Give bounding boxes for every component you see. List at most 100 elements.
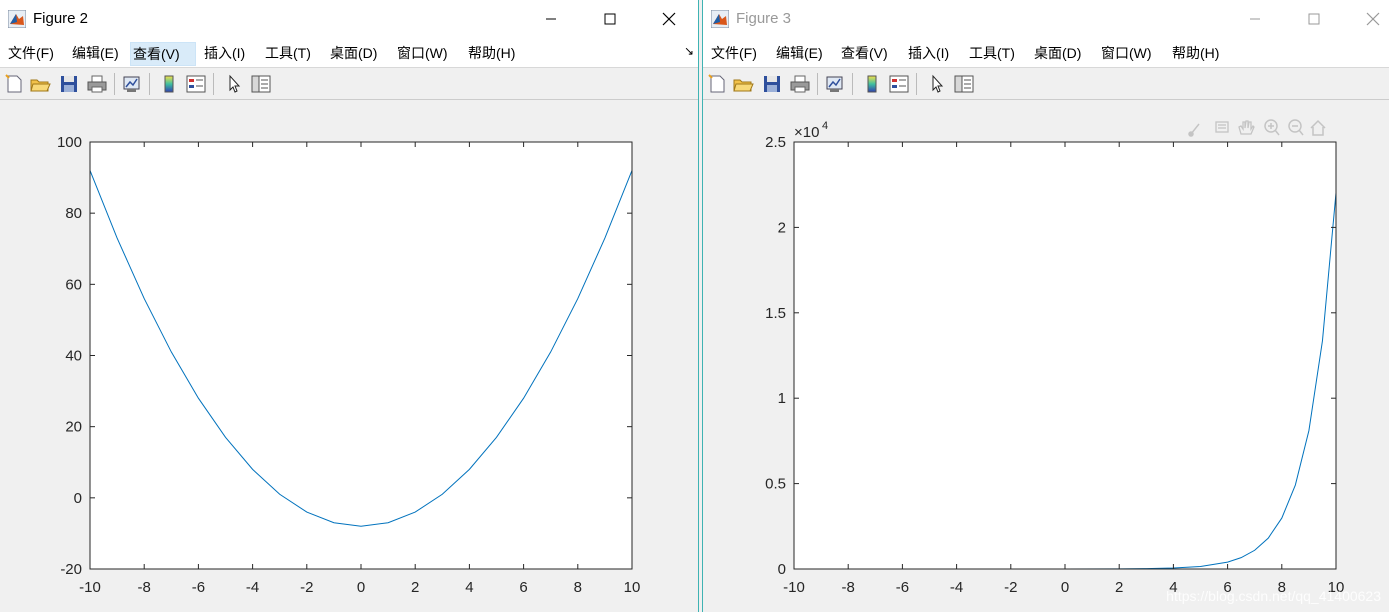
y-tick-label: 2 (778, 219, 786, 236)
figure-canvas: -10 -8 -6 -4 -2 0 2 4 6 8 10 0 0.5 1 1.5 2 2.5 ×10 4 (703, 101, 1389, 612)
open-file-icon[interactable] (732, 73, 754, 95)
menu-desktop[interactable]: 桌面(D) (1032, 42, 1083, 66)
toolbar-separator (916, 73, 917, 95)
x-tick-label: -6 (192, 579, 205, 596)
menu-help[interactable]: 帮助(H) (466, 42, 517, 66)
menu-edit[interactable]: 编辑(E) (774, 42, 825, 66)
x-tick-label: -4 (950, 579, 963, 596)
x-tick-label: 8 (574, 579, 582, 596)
minimize-icon (546, 18, 556, 20)
x-tick-label: -8 (138, 579, 151, 596)
menu-bar: 文件(F) 编辑(E) 查看(V) 插入(I) 工具(T) 桌面(D) 窗口(W… (0, 38, 698, 68)
minimize-button[interactable] (531, 6, 571, 32)
menu-tools[interactable]: 工具(T) (967, 42, 1017, 66)
figure-canvas: -10 -8 -6 -4 -2 0 2 4 6 8 10 -20 0 20 40 60 80 100 (0, 101, 698, 612)
dock-arrow-icon[interactable]: ↘ (684, 44, 694, 58)
home-icon[interactable] (1310, 119, 1326, 136)
y-tick-label: -20 (60, 561, 82, 578)
menu-insert[interactable]: 插入(I) (202, 42, 247, 66)
toolbar-separator (114, 73, 115, 95)
menu-window[interactable]: 窗口(W) (1099, 42, 1154, 66)
chart-figure-2[interactable]: -10 -8 -6 -4 -2 0 2 4 6 8 10-20020406080100 (0, 101, 699, 612)
menu-help[interactable]: 帮助(H) (1170, 42, 1221, 66)
menu-tools[interactable]: 工具(T) (263, 42, 313, 66)
figure-toolbar (703, 68, 1389, 100)
print-icon[interactable] (789, 73, 811, 95)
plot-area (90, 142, 632, 569)
toolbar-separator (852, 73, 853, 95)
property-inspector-icon[interactable] (250, 73, 272, 95)
datatip-icon[interactable] (1215, 121, 1229, 133)
maximize-button[interactable] (590, 6, 630, 32)
menu-desktop[interactable]: 桌面(D) (328, 42, 379, 66)
y-tick-label: 40 (65, 348, 82, 365)
maximize-icon (1308, 13, 1320, 25)
print-icon[interactable] (86, 73, 108, 95)
y-tick-label: 0.5 (765, 476, 786, 493)
menu-file[interactable]: 文件(F) (6, 42, 56, 66)
maximize-icon (604, 13, 616, 25)
axes-toolbar (1188, 119, 1326, 137)
save-icon[interactable] (761, 73, 783, 95)
link-plot-icon[interactable] (824, 73, 846, 95)
y-tick-label: 1 (778, 390, 786, 407)
y-tick-label: 60 (65, 276, 82, 293)
x-tick-label: -2 (300, 579, 313, 596)
minimize-icon (1250, 18, 1260, 20)
edit-plot-icon[interactable] (926, 73, 948, 95)
close-icon (662, 12, 676, 26)
title-bar[interactable]: Figure 2 (0, 0, 698, 38)
menu-bar: 文件(F) 编辑(E) 查看(V) 插入(I) 工具(T) 桌面(D) 窗口(W… (703, 38, 1389, 68)
menu-view[interactable]: 查看(V) (130, 42, 196, 66)
figure-window-2: Figure 2 文件(F) 编辑(E) 查看(V) 插入(I) 工具(T) 桌… (0, 0, 699, 612)
pan-icon[interactable] (1238, 120, 1255, 135)
x-tick-label: -2 (1004, 579, 1017, 596)
toolbar-separator (213, 73, 214, 95)
window-title: Figure 2 (33, 10, 89, 27)
figure-toolbar (0, 68, 698, 100)
window-title: Figure 3 (736, 10, 792, 27)
colorbar-icon[interactable] (861, 73, 883, 95)
title-bar[interactable]: Figure 3 (703, 0, 1389, 38)
x-tick-label: 2 (1115, 579, 1123, 596)
minimize-button[interactable] (1235, 6, 1275, 32)
edit-plot-icon[interactable] (223, 73, 245, 95)
y-tick-label: 100 (57, 134, 82, 151)
x-tick-label: -10 (79, 579, 101, 596)
colorbar-icon[interactable] (158, 73, 180, 95)
new-figure-icon[interactable] (706, 73, 728, 95)
matlab-logo-icon (8, 10, 26, 28)
menu-file[interactable]: 文件(F) (709, 42, 759, 66)
x-tick-label: -4 (246, 579, 259, 596)
zoom-in-icon[interactable] (1264, 119, 1280, 136)
y-tick-label: 0 (74, 490, 82, 507)
x-tick-label: -10 (783, 579, 805, 596)
menu-insert[interactable]: 插入(I) (906, 42, 951, 66)
menu-view[interactable]: 查看(V) (839, 42, 890, 66)
save-icon[interactable] (58, 73, 80, 95)
legend-icon[interactable] (888, 73, 910, 95)
chart-figure-3[interactable]: -10 -8 -6 -4 -2 0 2 4 6 8 1000.511.522.5×10 4 (703, 101, 1389, 612)
zoom-out-icon[interactable] (1288, 119, 1304, 136)
new-figure-icon[interactable] (3, 73, 25, 95)
y-tick-label: 0 (778, 561, 786, 578)
menu-window[interactable]: 窗口(W) (395, 42, 450, 66)
x-tick-label: -6 (896, 579, 909, 596)
y-tick-label: 80 (65, 205, 82, 222)
maximize-button[interactable] (1294, 6, 1334, 32)
x-tick-label: -8 (842, 579, 855, 596)
close-button[interactable] (1353, 6, 1389, 32)
property-inspector-icon[interactable] (953, 73, 975, 95)
link-plot-icon[interactable] (121, 73, 143, 95)
brush-icon[interactable] (1188, 123, 1200, 137)
menu-edit[interactable]: 编辑(E) (70, 42, 121, 66)
plot-area (794, 142, 1336, 569)
close-button[interactable] (649, 6, 689, 32)
close-icon (1366, 12, 1380, 26)
x-tick-label: 0 (1061, 579, 1069, 596)
x-tick-label: 4 (465, 579, 473, 596)
open-file-icon[interactable] (29, 73, 51, 95)
figure-window-3: Figure 3 文件(F) 编辑(E) 查看(V) 插入(I) 工具(T) 桌… (702, 0, 1389, 612)
legend-icon[interactable] (185, 73, 207, 95)
y-tick-label: 2.5 (765, 134, 786, 151)
